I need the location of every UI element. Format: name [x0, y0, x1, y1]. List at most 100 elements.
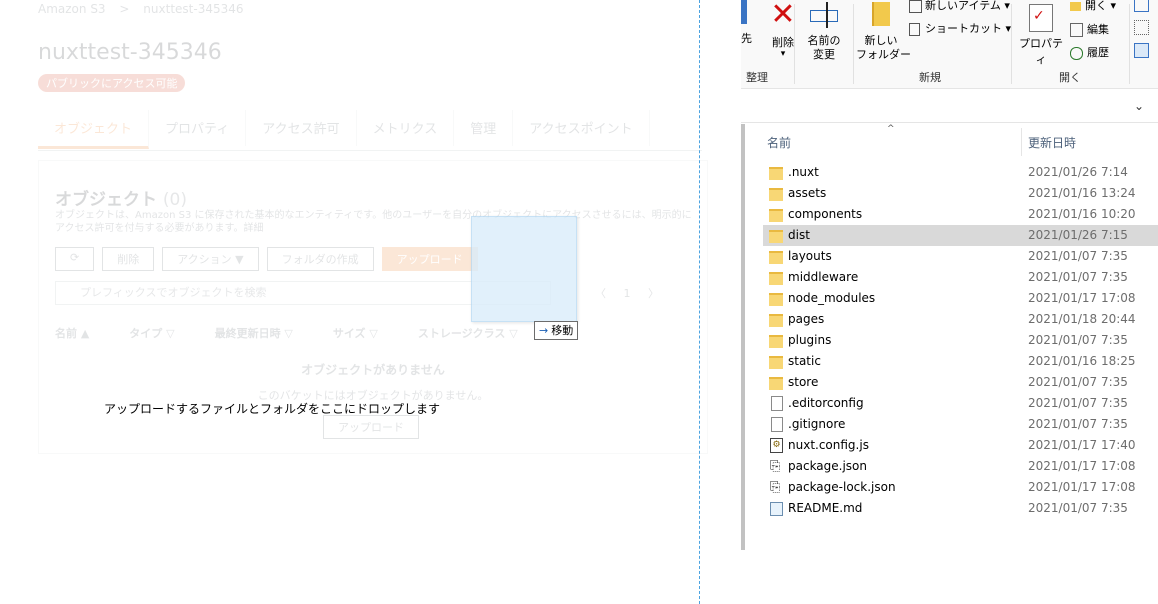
file-modified-date: 2021/01/07 7:35: [1028, 501, 1128, 515]
column-divider[interactable]: [1021, 128, 1022, 156]
chevron-down-icon[interactable]: ⌄: [1134, 99, 1144, 113]
select-none-icon[interactable]: [1134, 20, 1149, 38]
file-modified-date: 2021/01/07 7:35: [1028, 375, 1128, 389]
tab-objects[interactable]: オブジェクト: [38, 110, 150, 149]
file-row[interactable]: plugins 2021/01/07 7:35: [763, 330, 1158, 351]
tab-access-points[interactable]: アクセスポイント: [513, 110, 650, 146]
shortcut-button[interactable]: ショートカット ▾: [909, 20, 1011, 36]
s3-content-faded: Amazon S3 > nuxttest-345346 nuxttest-345…: [0, 0, 741, 604]
ribbon-partial-label: 先: [741, 32, 752, 45]
folder-icon: [769, 251, 783, 264]
invert-selection-icon[interactable]: [1134, 43, 1149, 61]
file-row[interactable]: node_modules 2021/01/17 17:08: [763, 288, 1158, 309]
col-storage-class[interactable]: ストレージクラス ▽: [418, 325, 518, 345]
file-row[interactable]: ⎘ package.json 2021/01/17 17:08: [763, 456, 1158, 477]
empty-upload-button[interactable]: アップロード: [323, 415, 419, 439]
ribbon: 先 ✕ 削除 ▾ 名前の 変更 新しい フォルダー 新しいアイテム ▾ ショート…: [741, 0, 1158, 89]
refresh-button[interactable]: ⟳: [55, 247, 95, 271]
rename-button[interactable]: 名前の 変更: [806, 0, 842, 62]
breadcrumb-s3-link[interactable]: Amazon S3: [38, 2, 106, 16]
folder-icon: [769, 377, 783, 390]
empty-state-title: オブジェクトがありません: [301, 363, 445, 377]
file-row[interactable]: .gitignore 2021/01/07 7:35: [763, 414, 1158, 435]
new-folder-button[interactable]: 新しい フォルダー: [856, 0, 911, 62]
file-row[interactable]: assets 2021/01/16 13:24: [763, 183, 1158, 204]
file-row[interactable]: components 2021/01/16 10:20: [763, 204, 1158, 225]
upload-button[interactable]: アップロード: [381, 247, 478, 271]
col-last-modified[interactable]: 最終更新日時 ▽: [215, 325, 293, 345]
file-modified-date: 2021/01/17 17:08: [1028, 459, 1136, 473]
history-icon: [1070, 46, 1083, 60]
actions-dropdown[interactable]: アクション ▼: [162, 247, 259, 271]
history-button[interactable]: 履歴: [1070, 44, 1109, 60]
properties-button[interactable]: ✓ プロパティ: [1016, 2, 1066, 67]
file-row[interactable]: dist 2021/01/26 7:15: [763, 225, 1158, 246]
pagination[interactable]: 〈 1 〉: [595, 285, 659, 301]
ribbon-separator: [794, 4, 795, 84]
file-name: static: [788, 354, 821, 368]
objects-heading-label: オブジェクト: [55, 190, 157, 210]
address-bar[interactable]: ⌄: [741, 92, 1158, 123]
column-header-modified[interactable]: 更新日時: [1028, 134, 1076, 151]
file-list: .nuxt 2021/01/26 7:14 assets 2021/01/16 13:…: [763, 162, 1158, 519]
markdown-file-icon: [770, 502, 783, 516]
new-item-label: 新しいアイテム ▾: [925, 0, 1010, 12]
breadcrumb-bucket: nuxttest-345346: [143, 2, 244, 16]
col-size[interactable]: サイズ ▽: [333, 325, 378, 345]
file-name: nuxt.config.js: [788, 438, 869, 452]
column-header-name[interactable]: 名前: [767, 134, 791, 151]
drop-zone-border: [699, 0, 700, 604]
ribbon-partial-item[interactable]: 先: [741, 0, 752, 46]
open-button[interactable]: 開く ▾: [1070, 0, 1116, 13]
drag-preview: [471, 216, 577, 322]
file-row[interactable]: ⚙ nuxt.config.js 2021/01/17 17:40: [763, 435, 1158, 456]
ribbon-separator: [853, 4, 854, 84]
json-file-icon: ⎘: [770, 459, 781, 474]
file-row[interactable]: static 2021/01/16 18:25: [763, 351, 1158, 372]
file-modified-date: 2021/01/07 7:35: [1028, 249, 1128, 263]
folder-icon: [769, 209, 783, 222]
col-name[interactable]: 名前 ▲: [55, 325, 89, 345]
folder-icon: [769, 272, 783, 285]
file-modified-date: 2021/01/16 18:25: [1028, 354, 1136, 368]
tab-permissions[interactable]: アクセス許可: [246, 110, 357, 146]
file-row[interactable]: store 2021/01/07 7:35: [763, 372, 1158, 393]
file-modified-date: 2021/01/16 13:24: [1028, 186, 1136, 200]
tab-metrics[interactable]: メトリクス: [357, 110, 455, 146]
edit-label: 編集: [1087, 23, 1109, 36]
file-name: .gitignore: [788, 417, 846, 431]
new-item-icon: [909, 0, 922, 13]
navigation-pane-scrollbar[interactable]: [741, 124, 745, 550]
properties-label: プロパティ: [1019, 37, 1063, 66]
file-name: plugins: [788, 333, 832, 347]
drag-move-label: 移動: [551, 324, 574, 337]
file-row[interactable]: middleware 2021/01/07 7:35: [763, 267, 1158, 288]
file-list-header: 名前 ^ 更新日時: [767, 124, 1158, 156]
breadcrumb: Amazon S3 > nuxttest-345346: [38, 2, 254, 16]
file-modified-date: 2021/01/07 7:35: [1028, 417, 1128, 431]
file-row[interactable]: .nuxt 2021/01/26 7:14: [763, 162, 1158, 183]
select-all-icon[interactable]: [1134, 0, 1149, 15]
delete-button[interactable]: 削除: [102, 247, 155, 271]
edit-button[interactable]: 編集: [1070, 21, 1109, 37]
file-row[interactable]: README.md 2021/01/07 7:35: [763, 498, 1158, 519]
file-row[interactable]: pages 2021/01/18 20:44: [763, 309, 1158, 330]
file-name: dist: [788, 228, 810, 242]
tab-properties[interactable]: プロパティ: [149, 110, 247, 146]
drag-move-tooltip: → 移動: [534, 321, 579, 340]
file-row[interactable]: .editorconfig 2021/01/07 7:35: [763, 393, 1158, 414]
tab-management[interactable]: 管理: [454, 110, 514, 146]
s3-console: Amazon S3 > nuxttest-345346 nuxttest-345…: [0, 0, 741, 604]
shortcut-icon: [909, 22, 920, 36]
file-row[interactable]: ⎘ package-lock.json 2021/01/17 17:08: [763, 477, 1158, 498]
create-folder-button[interactable]: フォルダの作成: [266, 247, 374, 271]
new-item-button[interactable]: 新しいアイテム ▾: [909, 0, 1010, 13]
col-type[interactable]: タイプ ▽: [129, 325, 174, 345]
file-modified-date: 2021/01/16 10:20: [1028, 207, 1136, 221]
file-name: README.md: [788, 501, 863, 515]
file-modified-date: 2021/01/17 17:08: [1028, 480, 1136, 494]
drop-zone-message: アップロードするファイルとフォルダをここにドロップします: [104, 402, 441, 416]
file-row[interactable]: layouts 2021/01/07 7:35: [763, 246, 1158, 267]
file-icon: [771, 396, 783, 411]
rename-label: 名前の 変更: [807, 34, 841, 61]
